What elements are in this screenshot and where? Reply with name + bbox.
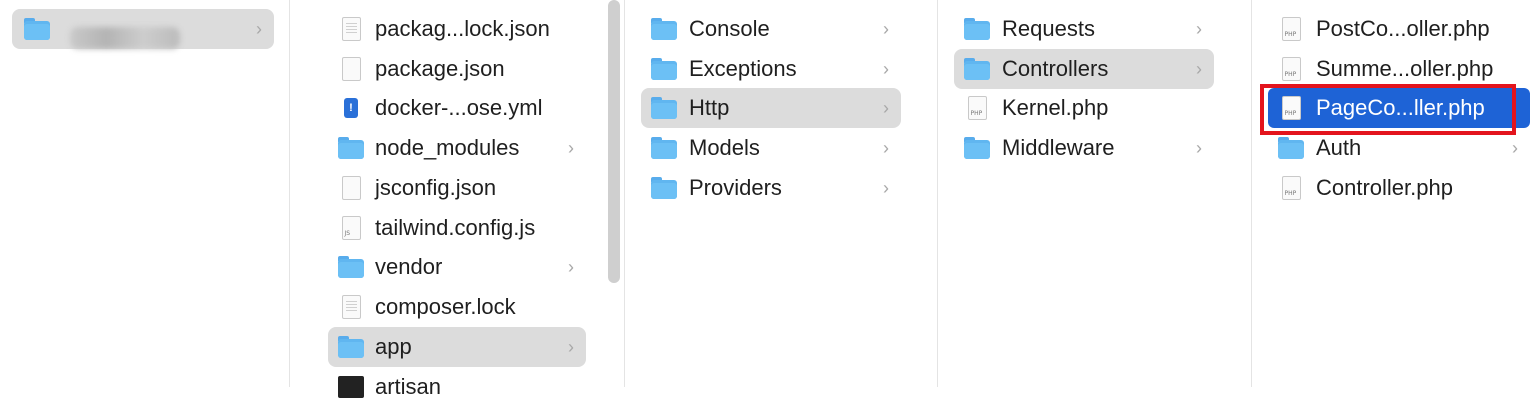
- chevron-right-icon: ›: [883, 18, 889, 39]
- list-item-jsconfig[interactable]: jsconfig.json: [328, 168, 586, 208]
- chevron-right-icon: ›: [883, 58, 889, 79]
- column-5: PHP PostCo...oller.php PHP Summe...oller…: [1252, 0, 1536, 387]
- list-item-package-json[interactable]: package.json: [328, 49, 586, 89]
- php-file-icon: PHP: [964, 95, 990, 121]
- folder-icon: [1278, 135, 1304, 161]
- terminal-file-icon: [338, 374, 364, 400]
- list-item-kernel[interactable]: PHP Kernel.php: [954, 88, 1214, 128]
- chevron-right-icon: ›: [883, 177, 889, 198]
- list-item-node-modules[interactable]: node_modules ›: [328, 128, 586, 168]
- php-file-icon: PHP: [1278, 175, 1304, 201]
- column-1: ›: [0, 0, 289, 387]
- folder-icon: [651, 135, 677, 161]
- list-item-blurred-folder[interactable]: ›: [12, 9, 274, 49]
- folder-icon: [964, 16, 990, 42]
- highlight-annotation-box: [1260, 84, 1516, 135]
- document-icon: [338, 56, 364, 82]
- list-item-artisan[interactable]: artisan: [328, 367, 586, 407]
- folder-icon: [651, 175, 677, 201]
- js-file-icon: JS: [338, 215, 364, 241]
- list-item-requests[interactable]: Requests ›: [954, 9, 1214, 49]
- chevron-right-icon: ›: [568, 336, 574, 357]
- chevron-right-icon: ›: [1512, 137, 1518, 158]
- column-2: packag...lock.json package.json ! docker…: [290, 0, 624, 399]
- php-file-icon: PHP: [1278, 16, 1304, 42]
- folder-icon: [338, 254, 364, 280]
- list-item-http[interactable]: Http ›: [641, 88, 901, 128]
- chevron-right-icon: ›: [568, 137, 574, 158]
- list-item-console[interactable]: Console ›: [641, 9, 901, 49]
- list-item-summercontroller[interactable]: PHP Summe...oller.php: [1268, 49, 1530, 89]
- folder-icon: [651, 95, 677, 121]
- list-item-providers[interactable]: Providers ›: [641, 168, 901, 208]
- list-item-middleware[interactable]: Middleware ›: [954, 128, 1214, 168]
- list-item-controller[interactable]: PHP Controller.php: [1268, 168, 1530, 208]
- folder-icon: [651, 16, 677, 42]
- document-icon: [338, 16, 364, 42]
- yaml-file-icon: !: [338, 95, 364, 121]
- folder-icon: [24, 16, 50, 42]
- folder-icon: [964, 56, 990, 82]
- list-item-exceptions[interactable]: Exceptions ›: [641, 49, 901, 89]
- list-item-docker-compose[interactable]: ! docker-...ose.yml: [328, 88, 586, 128]
- chevron-right-icon: ›: [883, 97, 889, 118]
- column-4: Requests › Controllers › PHP Kernel.php …: [938, 0, 1251, 387]
- folder-icon: [964, 135, 990, 161]
- chevron-right-icon: ›: [883, 137, 889, 158]
- list-item-controllers[interactable]: Controllers ›: [954, 49, 1214, 89]
- vscode-file-icon: [338, 294, 364, 320]
- blurred-folder-name: [70, 27, 180, 49]
- chevron-right-icon: ›: [568, 256, 574, 277]
- php-file-icon: PHP: [1278, 56, 1304, 82]
- column-3: Console › Exceptions › Http › Models › P…: [625, 0, 937, 387]
- chevron-right-icon: ›: [1196, 58, 1202, 79]
- list-item-vendor[interactable]: vendor ›: [328, 247, 586, 287]
- list-item-postcontroller[interactable]: PHP PostCo...oller.php: [1268, 9, 1530, 49]
- list-item-tailwind-config[interactable]: JS tailwind.config.js: [328, 208, 586, 248]
- list-item-composer-lock[interactable]: composer.lock: [328, 287, 586, 327]
- chevron-right-icon: ›: [1196, 18, 1202, 39]
- list-item-app[interactable]: app ›: [328, 327, 586, 367]
- folder-icon: [651, 56, 677, 82]
- folder-icon: [338, 334, 364, 360]
- document-icon: [338, 175, 364, 201]
- list-item-models[interactable]: Models ›: [641, 128, 901, 168]
- folder-icon: [338, 135, 364, 161]
- chevron-right-icon: ›: [256, 18, 262, 39]
- chevron-right-icon: ›: [1196, 137, 1202, 158]
- list-item-package-lock[interactable]: packag...lock.json: [328, 9, 586, 49]
